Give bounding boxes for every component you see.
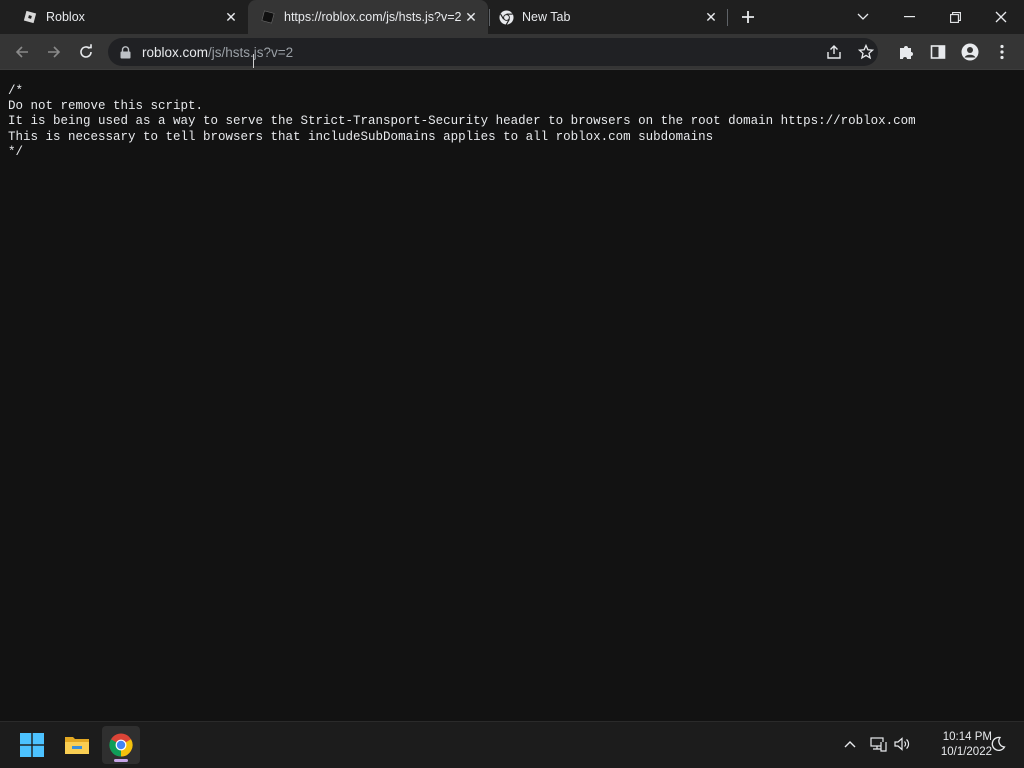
- tab-title: https://roblox.com/js/hsts.js?v=2: [284, 10, 462, 24]
- tab-strip: Roblox ✕ https://roblox.com/js/hsts.js?v…: [0, 0, 1024, 34]
- reload-icon: [80, 44, 92, 58]
- bookmark-button[interactable]: [854, 40, 878, 64]
- start-button[interactable]: [13, 726, 51, 764]
- profile-icon: [961, 43, 979, 61]
- volume-icon: [894, 737, 910, 751]
- tab-search-button[interactable]: [840, 0, 886, 34]
- page-content: /* Do not remove this script. It is bein…: [0, 71, 1024, 721]
- network-button[interactable]: [868, 734, 888, 754]
- tab-new-tab[interactable]: New Tab ✕: [488, 0, 726, 34]
- back-button[interactable]: [10, 40, 34, 64]
- kebab-menu-icon: [1000, 44, 1004, 60]
- active-indicator: [114, 759, 128, 762]
- system-clock[interactable]: 10:14 PM 10/1/2022: [912, 730, 992, 760]
- browser-toolbar: roblox.com/js/hsts.js?v=2: [0, 34, 1024, 70]
- volume-button[interactable]: [892, 734, 912, 754]
- code-line: It is being used as a way to serve the S…: [8, 114, 916, 129]
- text-cursor: [253, 54, 254, 68]
- close-tab-icon[interactable]: ✕: [702, 8, 720, 26]
- reload-button[interactable]: [74, 40, 98, 64]
- arrow-right-icon: [48, 46, 61, 58]
- close-icon: [995, 11, 1007, 23]
- extensions-button[interactable]: [894, 40, 918, 64]
- url-path: /js/hsts.js?v=2: [208, 44, 294, 60]
- windows-start-icon: [20, 733, 44, 757]
- clock-date: 10/1/2022: [940, 746, 992, 758]
- code-line: /*: [8, 84, 24, 98]
- close-window-button[interactable]: [978, 0, 1024, 34]
- profile-button[interactable]: [958, 40, 982, 64]
- night-light-icon: [991, 736, 1006, 751]
- tab-separator: [727, 9, 728, 26]
- url-host: roblox.com: [142, 44, 209, 60]
- notifications-button[interactable]: [988, 734, 1008, 754]
- network-icon: [870, 737, 887, 752]
- share-icon: [827, 45, 841, 59]
- side-panel-button[interactable]: [926, 40, 950, 64]
- chrome-icon: [109, 733, 133, 757]
- menu-button[interactable]: [990, 40, 1014, 64]
- arrow-left-icon: [15, 46, 28, 58]
- minimize-button[interactable]: [886, 0, 932, 34]
- chrome-icon: [498, 9, 514, 25]
- chevron-down-icon: [857, 13, 869, 20]
- address-bar[interactable]: roblox.com/js/hsts.js?v=2: [108, 38, 878, 66]
- file-explorer-icon: [65, 737, 89, 754]
- tab-title: New Tab: [522, 10, 571, 24]
- star-icon: [858, 44, 874, 60]
- roblox-logo-icon: [22, 9, 38, 25]
- lock-icon[interactable]: [118, 45, 132, 59]
- code-line: This is necessary to tell browsers that …: [8, 129, 714, 144]
- url-text[interactable]: roblox.com/js/hsts.js?v=2: [142, 45, 293, 60]
- share-button[interactable]: [822, 40, 846, 64]
- plus-icon: [742, 11, 754, 23]
- code-line: */: [8, 144, 24, 159]
- show-hidden-icons-button[interactable]: [840, 734, 860, 754]
- script-source: /* Do not remove this script. It is bein…: [8, 84, 916, 160]
- puzzle-icon: [900, 46, 913, 59]
- close-tab-icon[interactable]: ✕: [462, 8, 480, 26]
- minimize-icon: [903, 16, 915, 18]
- new-tab-button[interactable]: [736, 5, 760, 29]
- restore-button[interactable]: [932, 0, 978, 34]
- tab-hsts-script[interactable]: https://roblox.com/js/hsts.js?v=2 ✕: [248, 0, 488, 34]
- file-explorer-button[interactable]: [58, 726, 96, 764]
- chrome-taskbar-button[interactable]: [102, 726, 140, 764]
- code-line: Do not remove this script.: [8, 99, 204, 114]
- chevron-up-icon: [844, 741, 856, 748]
- close-tab-icon[interactable]: ✕: [222, 8, 240, 26]
- clock-time: 10:14 PM: [942, 731, 992, 743]
- forward-button[interactable]: [42, 40, 66, 64]
- side-panel-icon: [930, 45, 946, 59]
- taskbar: 10:14 PM 10/1/2022: [0, 721, 1024, 768]
- tab-title: Roblox: [46, 10, 85, 24]
- roblox-logo-icon: [260, 9, 276, 25]
- tab-roblox[interactable]: Roblox ✕: [0, 0, 246, 34]
- restore-icon: [949, 11, 961, 23]
